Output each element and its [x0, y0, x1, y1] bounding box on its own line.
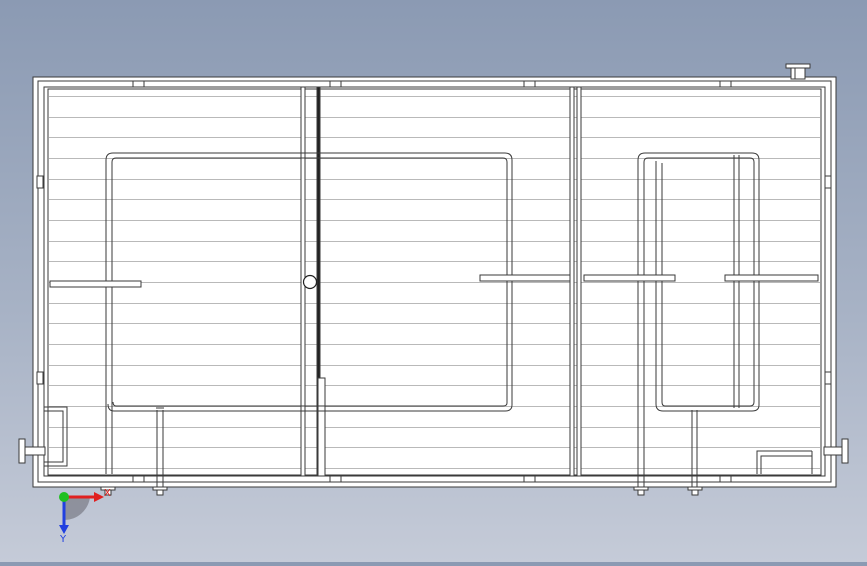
center-port — [302, 274, 318, 290]
tank-drawing: X Y — [18, 63, 849, 545]
cad-viewport[interactable]: X Y — [0, 0, 867, 562]
origin-marker — [59, 492, 69, 502]
x-axis-label: X — [104, 488, 111, 499]
bottom-outlets — [100, 486, 703, 496]
y-axis-label: Y — [59, 534, 67, 545]
coordinate-triad[interactable]: X Y — [59, 488, 111, 545]
